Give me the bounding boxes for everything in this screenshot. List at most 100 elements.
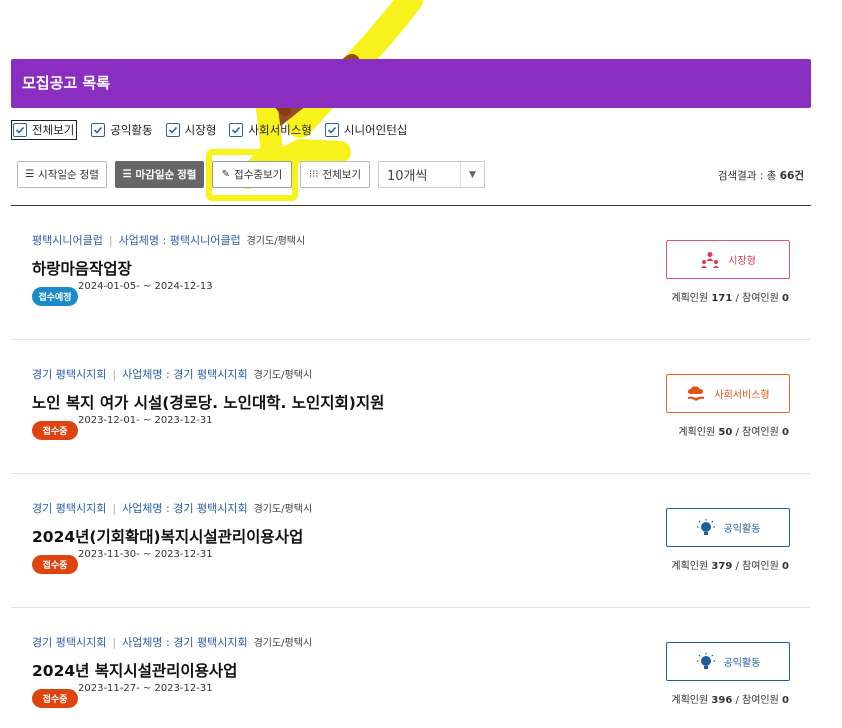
list-icon: ☰ bbox=[122, 169, 132, 180]
status-badge: 접수중 bbox=[32, 689, 78, 708]
checkbox-checked-icon[interactable] bbox=[91, 123, 106, 137]
per-page-value: 10개씩 bbox=[387, 169, 428, 184]
item-meta: 경기 평택시지회 | 사업체명 : 경기 평택시지회 경기도/평택시 bbox=[32, 500, 312, 516]
participating-count: 0 bbox=[782, 293, 789, 304]
participating-label: 참여인원 bbox=[742, 695, 779, 706]
status-badge: 접수중 bbox=[32, 421, 78, 440]
type-badge-public-activity[interactable]: 공익활동 bbox=[666, 642, 790, 681]
item-meta: 평택시니어클럽 | 사업체명 : 평택시니어클럽 경기도/평택시 bbox=[32, 232, 305, 248]
item-title[interactable]: 하랑마음작업장 bbox=[32, 257, 132, 279]
checkbox-checked-icon[interactable] bbox=[165, 123, 180, 137]
planned-count: 50 bbox=[718, 427, 733, 438]
org-link[interactable]: 경기 평택시지회 bbox=[32, 502, 106, 515]
meta-separator: | bbox=[108, 234, 113, 247]
filter-label: 시니어인턴십 bbox=[343, 123, 408, 137]
people-network-icon bbox=[701, 251, 720, 268]
participating-label: 참여인원 bbox=[742, 561, 779, 572]
result-prefix: 검색결과 : 총 bbox=[717, 170, 780, 182]
planned-label: 계획인원 bbox=[678, 427, 716, 438]
meta-separator: | bbox=[112, 636, 117, 649]
filter-all[interactable]: 전체보기 bbox=[11, 120, 78, 140]
participating-label: 참여인원 bbox=[742, 427, 779, 438]
sort-start-date-button[interactable]: ☰ 시작일순 정렬 bbox=[17, 161, 107, 188]
region: 경기도/평택시 bbox=[253, 370, 313, 381]
planned-count: 171 bbox=[711, 293, 733, 304]
item-meta: 경기 평택시지회 | 사업체명 : 경기 평택시지회 경기도/평택시 bbox=[32, 366, 312, 382]
planned-label: 계획인원 bbox=[671, 293, 709, 304]
list-item[interactable]: 경기 평택시지회 | 사업체명 : 경기 평택시지회 경기도/평택시 2024년 복지… bbox=[11, 608, 811, 728]
participating-label: 참여인원 bbox=[742, 293, 779, 304]
item-title[interactable]: 노인 복지 여가 시설(경로당. 노인대학. 노인지회)지원 bbox=[32, 391, 384, 413]
region: 경기도/평택시 bbox=[246, 236, 306, 247]
region: 경기도/평택시 bbox=[253, 638, 313, 649]
caret-down-icon[interactable]: ▼ bbox=[460, 162, 484, 187]
participating-count: 0 bbox=[782, 427, 789, 438]
biz-name: 사업체명 : 경기 평택시지회 bbox=[122, 636, 248, 649]
lightbulb-icon bbox=[696, 652, 715, 669]
lightbulb-icon bbox=[696, 518, 715, 535]
item-dates: 2023-11-30- ~ 2023-12-31 bbox=[78, 549, 213, 560]
filter-label: 시장형 bbox=[184, 123, 217, 137]
sort-deadline-button[interactable]: ☰ 마감일순 정렬 bbox=[115, 161, 204, 188]
pencil-icon: ✎ bbox=[221, 169, 231, 180]
filter-senior-intern[interactable]: 시니어인턴십 bbox=[324, 122, 408, 138]
type-badge-social-service[interactable]: 사회서비스형 bbox=[666, 374, 790, 413]
checkbox-checked-icon[interactable] bbox=[324, 123, 339, 137]
list-toolbar: ☰ 시작일순 정렬 ☰ 마감일순 정렬 ✎ 접수중보기 ⁝⁝⁝ 전체보기 10개… bbox=[17, 161, 485, 188]
count-separator: / bbox=[735, 293, 739, 304]
list-item[interactable]: 경기 평택시지회 | 사업체명 : 경기 평택시지회 경기도/평택시 2024년(기회… bbox=[11, 474, 811, 608]
meta-separator: | bbox=[112, 502, 117, 515]
biz-name: 사업체명 : 평택시니어클럽 bbox=[118, 234, 241, 247]
view-all-button[interactable]: ⁝⁝⁝ 전체보기 bbox=[300, 161, 370, 188]
participating-count: 0 bbox=[782, 695, 789, 706]
count-separator: / bbox=[735, 695, 739, 706]
checkbox-checked-icon[interactable] bbox=[229, 123, 244, 137]
filter-social-service[interactable]: 사회서비스형 bbox=[229, 122, 312, 138]
button-label: 접수중보기 bbox=[234, 169, 283, 181]
item-title[interactable]: 2024년 복지시설관리이용사업 bbox=[32, 659, 237, 681]
search-result-count: 검색결과 : 총 66건 bbox=[718, 168, 804, 183]
accepting-filter-button[interactable]: ✎ 접수중보기 bbox=[212, 161, 292, 188]
item-dates: 2023-12-01- ~ 2023-12-31 bbox=[78, 415, 213, 426]
meta-separator: | bbox=[112, 368, 117, 381]
filter-market[interactable]: 시장형 bbox=[165, 122, 217, 138]
list-item[interactable]: 평택시니어클럽 | 사업체명 : 평택시니어클럽 경기도/평택시 하랑마음작업장 접수… bbox=[11, 206, 811, 340]
biz-name: 사업체명 : 경기 평택시지회 bbox=[122, 502, 248, 515]
planned-label: 계획인원 bbox=[671, 695, 709, 706]
button-label: 마감일순 정렬 bbox=[135, 169, 197, 181]
type-badge-public-activity[interactable]: 공익활동 bbox=[666, 508, 790, 547]
list-item[interactable]: 경기 평택시지회 | 사업체명 : 경기 평택시지회 경기도/평택시 노인 복지 여가… bbox=[11, 340, 811, 474]
item-dates: 2023-11-27- ~ 2023-12-31 bbox=[78, 683, 213, 694]
grid-icon: ⁝⁝⁝ bbox=[308, 169, 319, 180]
filter-label: 공익활동 bbox=[110, 123, 153, 137]
item-title[interactable]: 2024년(기회확대)복지시설관리이용사업 bbox=[32, 525, 303, 547]
filter-public-activity[interactable]: 공익활동 bbox=[91, 122, 153, 138]
cloud-hands-icon bbox=[688, 385, 705, 401]
headcount: 계획인원 396 / 참여인원 0 bbox=[671, 691, 789, 706]
list-header: 모집공고 목록 bbox=[11, 59, 811, 108]
headcount: 계획인원 379 / 참여인원 0 bbox=[671, 557, 789, 572]
page-title: 모집공고 목록 bbox=[22, 74, 111, 92]
type-label: 시장형 bbox=[728, 256, 756, 267]
org-link[interactable]: 경기 평택시지회 bbox=[32, 368, 106, 381]
planned-count: 379 bbox=[711, 561, 733, 572]
type-filter-group: 전체보기 공익활동 시장형 사회서비스형 시니어인턴십 bbox=[11, 120, 420, 140]
button-label: 시작일순 정렬 bbox=[38, 169, 99, 181]
per-page-select[interactable]: 10개씩 ▼ bbox=[378, 161, 485, 188]
result-number: 66건 bbox=[779, 170, 804, 182]
item-dates: 2024-01-05- ~ 2024-12-13 bbox=[78, 281, 213, 292]
type-label: 사회서비스형 bbox=[714, 390, 770, 401]
filter-label: 전체보기 bbox=[32, 123, 75, 137]
headcount: 계획인원 171 / 참여인원 0 bbox=[671, 289, 789, 304]
planned-label: 계획인원 bbox=[671, 561, 709, 572]
org-link[interactable]: 경기 평택시지회 bbox=[32, 636, 106, 649]
button-label: 전체보기 bbox=[322, 169, 362, 181]
type-label: 공익활동 bbox=[723, 658, 761, 669]
type-badge-market[interactable]: 시장형 bbox=[666, 240, 790, 279]
headcount: 계획인원 50 / 참여인원 0 bbox=[678, 423, 789, 438]
count-separator: / bbox=[735, 427, 739, 438]
checkbox-checked-icon[interactable] bbox=[13, 123, 27, 137]
list-icon: ☰ bbox=[25, 169, 35, 180]
org-link[interactable]: 평택시니어클럽 bbox=[32, 234, 103, 247]
count-separator: / bbox=[735, 561, 739, 572]
